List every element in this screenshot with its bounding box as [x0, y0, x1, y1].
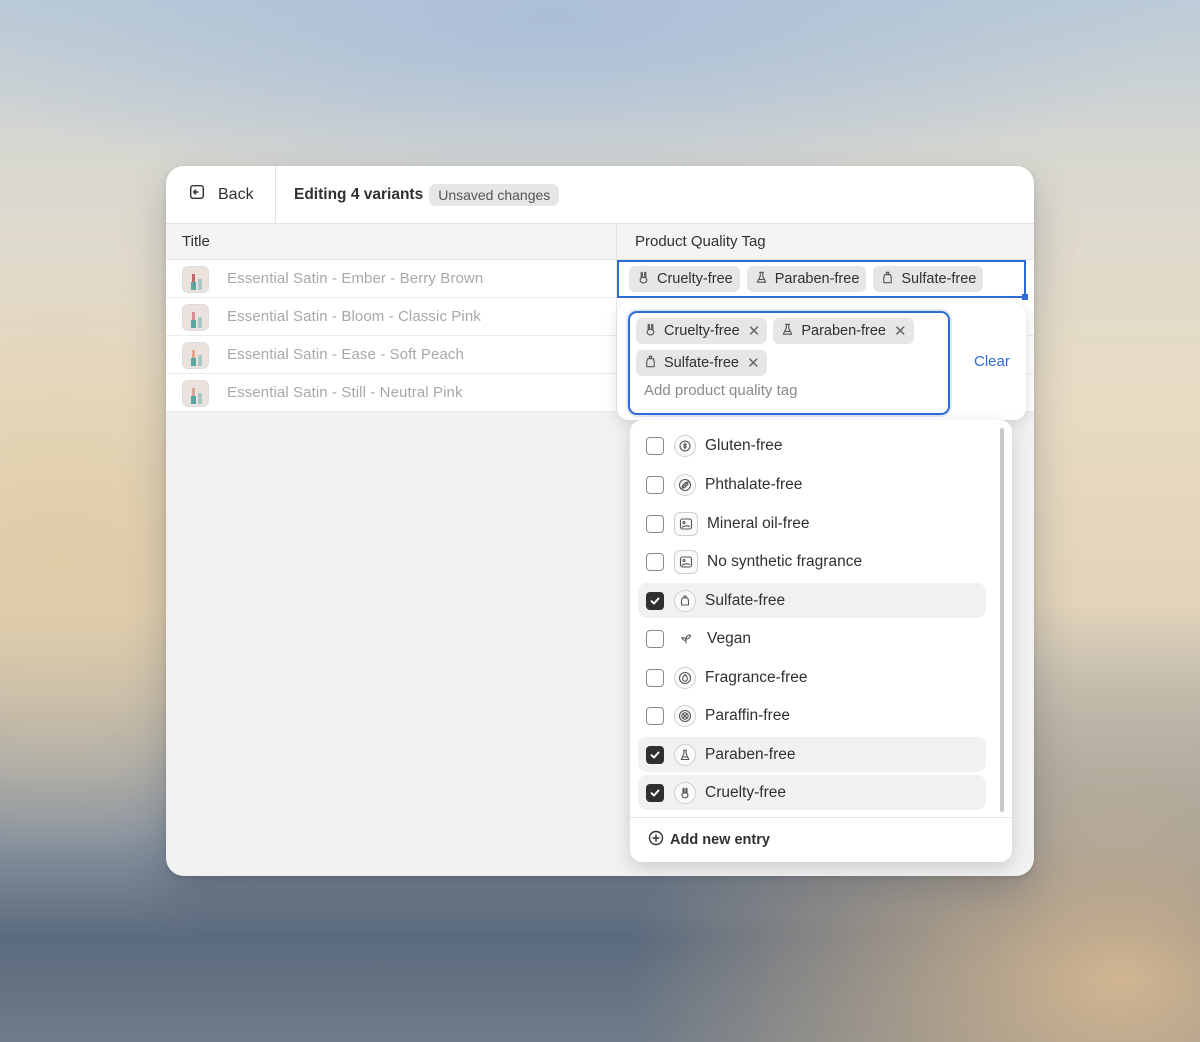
active-tag-cell[interactable]: Cruelty-free Paraben-free Sulfate-free: [617, 260, 1028, 300]
bottle-icon: [880, 270, 895, 289]
product-thumbnail: [182, 380, 209, 407]
chip-label: Paraben-free: [801, 323, 886, 339]
row-title: Essential Satin - Bloom - Classic Pink: [227, 308, 481, 325]
option-label: Paraben-free: [705, 745, 796, 763]
column-divider: [616, 224, 617, 260]
image-placeholder-icon: [674, 549, 698, 574]
unsaved-badge: Unsaved changes: [429, 183, 560, 206]
option-no-synthetic-fragrance[interactable]: No synthetic fragrance: [638, 544, 986, 579]
exit-icon: [188, 183, 206, 206]
editing-title: Editing 4 variants: [294, 185, 424, 203]
bulk-editor-window: Back Editing 4 variants Unsaved changes …: [166, 166, 1034, 876]
tag-chip-cruelty-free: Cruelty-free: [629, 266, 740, 292]
add-new-entry-label: Add new entry: [670, 832, 770, 848]
rabbit-icon: [674, 781, 696, 804]
editing-status: Editing 4 variants Unsaved changes: [276, 183, 560, 206]
remove-tag-icon[interactable]: ✕: [747, 354, 760, 372]
column-header-title[interactable]: Title: [182, 233, 210, 250]
remove-tag-icon[interactable]: ✕: [748, 322, 761, 340]
tag-input-field[interactable]: Cruelty-free ✕ Paraben-free ✕ Sulfate-fr…: [628, 311, 950, 415]
flask-icon: [674, 743, 696, 766]
drop-icon: [674, 666, 696, 689]
back-button[interactable]: Back: [166, 166, 276, 224]
cross-circle-icon: [674, 704, 696, 727]
row-title: Essential Satin - Still - Neutral Pink: [227, 384, 463, 401]
option-paraben-free[interactable]: Paraben-free: [638, 737, 986, 772]
table-header: Title Product Quality Tag: [166, 224, 1034, 260]
dropdown-scrollbar[interactable]: [1000, 428, 1004, 812]
gluten-icon: [674, 434, 696, 457]
checkbox-checked[interactable]: [646, 745, 664, 764]
remove-tag-icon[interactable]: ✕: [894, 322, 907, 340]
rabbit-icon: [643, 322, 658, 341]
checkbox-checked[interactable]: [646, 591, 664, 610]
selected-chip-paraben-free: Paraben-free ✕: [773, 318, 914, 344]
selected-chip-sulfate-free: Sulfate-free ✕: [636, 350, 767, 376]
option-label: Paraffin-free: [705, 706, 791, 724]
checkbox[interactable]: [646, 436, 664, 455]
option-label: No synthetic fragrance: [707, 552, 863, 570]
option-label: Sulfate-free: [705, 591, 786, 609]
tag-chip-paraben-free: Paraben-free: [746, 266, 867, 292]
checkbox-checked[interactable]: [646, 783, 664, 802]
plus-circle-icon: [648, 830, 664, 850]
row-title: Essential Satin - Ember - Berry Brown: [227, 270, 484, 287]
option-label: Gluten-free: [705, 436, 783, 454]
tag-chip-sulfate-free: Sulfate-free: [873, 266, 984, 292]
fill-handle[interactable]: [1022, 294, 1028, 300]
chip-label: Paraben-free: [774, 271, 860, 287]
product-thumbnail: [182, 342, 209, 369]
tag-options-dropdown: Gluten-free Phthalate-free Mineral oil-f…: [630, 420, 1012, 862]
product-thumbnail: [182, 304, 209, 331]
checkbox[interactable]: [646, 706, 664, 725]
bottle-icon: [674, 589, 696, 612]
leaf-icon: [674, 627, 698, 651]
checkbox[interactable]: [646, 475, 664, 494]
option-label: Phthalate-free: [705, 475, 803, 493]
chip-label: Sulfate-free: [901, 271, 977, 287]
add-new-entry-button[interactable]: Add new entry: [630, 817, 1012, 862]
option-label: Fragrance-free: [705, 668, 808, 686]
checkbox[interactable]: [646, 668, 664, 687]
back-label: Back: [218, 185, 254, 203]
selected-chip-cruelty-free: Cruelty-free ✕: [636, 318, 768, 344]
option-label: Cruelty-free: [705, 783, 786, 801]
product-thumbnail: [182, 266, 209, 293]
row-title: Essential Satin - Ease - Soft Peach: [227, 346, 464, 363]
option-sulfate-free[interactable]: Sulfate-free: [638, 583, 986, 618]
option-label: Mineral oil-free: [707, 514, 810, 532]
tag-editor-popover: Cruelty-free ✕ Paraben-free ✕ Sulfate-fr…: [617, 303, 1026, 420]
flask-icon: [754, 270, 769, 289]
checkbox[interactable]: [646, 552, 664, 571]
rabbit-icon: [636, 270, 651, 289]
option-paraffin-free[interactable]: Paraffin-free: [638, 698, 986, 733]
checkbox[interactable]: [646, 629, 664, 648]
chip-label: Sulfate-free: [664, 355, 739, 371]
option-fragrance-free[interactable]: Fragrance-free: [638, 660, 986, 695]
top-bar: Back Editing 4 variants Unsaved changes: [166, 166, 1034, 224]
option-vegan[interactable]: Vegan: [638, 621, 986, 656]
chip-label: Cruelty-free: [657, 271, 733, 287]
option-gluten-free[interactable]: Gluten-free: [638, 428, 986, 463]
flask-icon: [780, 322, 795, 341]
bottle-icon: [643, 354, 658, 373]
image-placeholder-icon: [674, 511, 698, 536]
chip-label: Cruelty-free: [664, 323, 740, 339]
option-phthalate-free[interactable]: Phthalate-free: [638, 467, 986, 502]
checkbox[interactable]: [646, 514, 664, 533]
clear-button[interactable]: Clear: [974, 353, 1010, 370]
option-cruelty-free[interactable]: Cruelty-free: [638, 775, 986, 810]
option-mineral-oil-free[interactable]: Mineral oil-free: [638, 506, 986, 541]
no-pill-icon: [674, 473, 696, 496]
tag-input-placeholder[interactable]: Add product quality tag: [644, 382, 942, 399]
column-header-quality-tag[interactable]: Product Quality Tag: [635, 233, 766, 250]
option-label: Vegan: [707, 629, 751, 647]
